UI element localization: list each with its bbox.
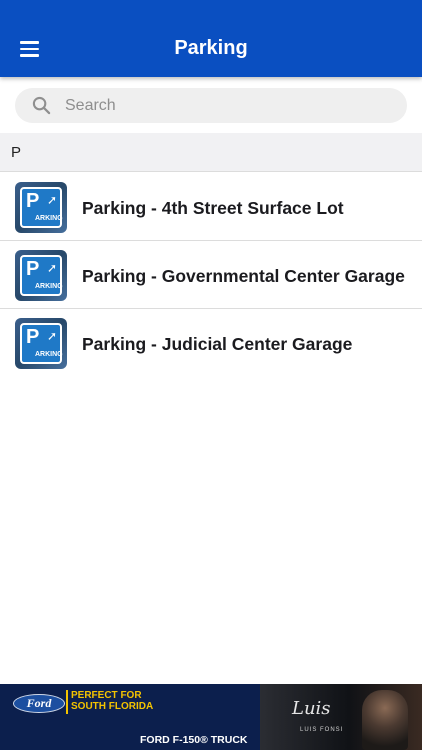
search-input[interactable] bbox=[63, 95, 407, 116]
parking-icon-word: ARKING bbox=[35, 215, 63, 222]
parking-icon-letter: P bbox=[26, 326, 40, 348]
ford-logo: Ford bbox=[13, 694, 65, 713]
ad-divider bbox=[66, 690, 68, 714]
list-item-label: Parking - 4th Street Surface Lot bbox=[82, 198, 344, 218]
ad-headline: PERFECT FOR SOUTH FLORIDA bbox=[71, 690, 153, 712]
parking-icon-word: ARKING bbox=[35, 283, 63, 290]
ad-headline-line1: PERFECT FOR bbox=[71, 690, 142, 701]
parking-icon-letter: P bbox=[26, 258, 40, 280]
page-title: Parking bbox=[174, 37, 248, 59]
ad-person-image bbox=[362, 690, 408, 750]
list-item-4th-street-surface-lot[interactable]: P ➚ ARKING Parking - 4th Street Surface … bbox=[0, 173, 422, 241]
parking-icon-word: ARKING bbox=[35, 351, 63, 358]
arrow-icon: ➚ bbox=[46, 261, 57, 275]
arrow-icon: ➚ bbox=[46, 193, 57, 207]
ad-signature: Luis bbox=[292, 698, 331, 719]
section-header: P bbox=[0, 133, 422, 172]
parking-icon: P ➚ ARKING bbox=[15, 318, 67, 369]
search-field[interactable] bbox=[15, 88, 407, 123]
search-bar bbox=[15, 88, 407, 123]
search-icon bbox=[32, 96, 51, 115]
list-item-label: Parking - Judicial Center Garage bbox=[82, 334, 353, 354]
ad-photo: Luis LUIS FONSI bbox=[260, 684, 422, 750]
app-bar: Parking bbox=[0, 0, 422, 77]
ad-headline-line2: SOUTH FLORIDA bbox=[71, 701, 154, 712]
arrow-icon: ➚ bbox=[46, 329, 57, 343]
ad-signature-caption: LUIS FONSI bbox=[300, 727, 344, 733]
ad-banner[interactable]: Ford PERFECT FOR SOUTH FLORIDA FORD F-15… bbox=[0, 684, 422, 750]
list-item-label: Parking - Governmental Center Garage bbox=[82, 266, 405, 286]
parking-icon: P ➚ ARKING bbox=[15, 182, 67, 233]
list-item-judicial-center-garage[interactable]: P ➚ ARKING Parking - Judicial Center Gar… bbox=[0, 309, 422, 377]
list-item-governmental-center-garage[interactable]: P ➚ ARKING Parking - Governmental Center… bbox=[0, 241, 422, 309]
section-letter: P bbox=[11, 144, 22, 161]
parking-icon-letter: P bbox=[26, 190, 40, 212]
parking-icon: P ➚ ARKING bbox=[15, 250, 67, 301]
ad-subline: FORD F-150® TRUCK bbox=[140, 734, 248, 746]
